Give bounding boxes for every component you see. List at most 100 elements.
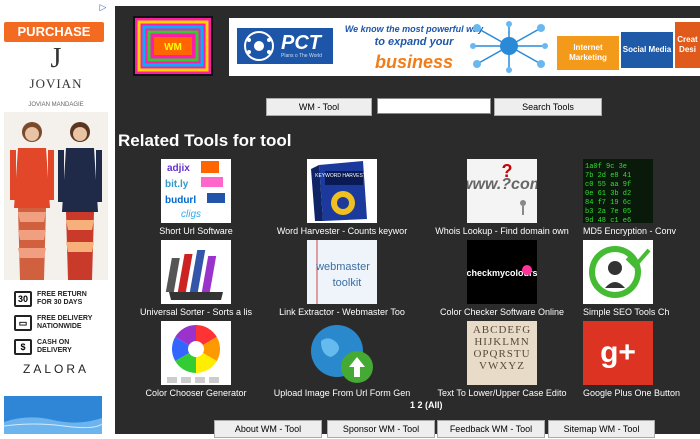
short-url-icon[interactable]: adjix bit.ly budurl cligs <box>161 159 231 223</box>
svg-text:84 f7 19 6c: 84 f7 19 6c <box>585 199 631 207</box>
svg-text:budurl: budurl <box>165 195 196 206</box>
tool-item-simple-seo[interactable]: Simple SEO Tools Ch <box>583 240 700 317</box>
tool-item-google-plus[interactable]: g+ Google Plus One Button <box>583 321 700 398</box>
tool-item-whois[interactable]: www.?com ? Whois Lookup - Find domain ow… <box>427 159 577 236</box>
badge-text: CASH ON DELIVERY <box>37 339 72 354</box>
svg-text:bit.ly: bit.ly <box>165 179 189 190</box>
keyword-harvester-box: KEYWORD HARVESTER <box>311 161 373 221</box>
pagination[interactable]: 1 2 (All) <box>410 400 443 410</box>
tool-item-upload-image[interactable]: Upload Image From Url Form Gen <box>267 321 417 398</box>
svg-text:cligs: cligs <box>181 209 201 220</box>
whois-graphic: www.?com ? <box>467 161 537 215</box>
ad-badges: 30 FREE RETURN FOR 30 DAYS ▭ FREE DELIVE… <box>14 288 110 360</box>
webmaster-toolkit-icon[interactable]: webmaster toolkit <box>307 240 377 304</box>
left-advertisement[interactable]: ▷ PURCHASE NOW J JOVIAN JOVIAN MANDAGIE … <box>0 0 112 434</box>
purchase-now-button[interactable]: PURCHASE NOW <box>4 22 104 59</box>
site-logo-icon: WM <box>135 18 211 74</box>
tool-label[interactable]: Word Harvester - Counts keywor <box>267 226 417 236</box>
tool-label[interactable]: Upload Image From Url Form Gen <box>267 388 417 398</box>
svg-text:c0 55 aa 9f: c0 55 aa 9f <box>585 181 631 189</box>
checkmycolours-icon[interactable]: checkmycolours <box>467 240 537 304</box>
upload-globe-icon[interactable] <box>307 321 377 385</box>
sponsor-button[interactable]: Sponsor WM - Tool <box>327 420 435 438</box>
tool-label[interactable]: Whois Lookup - Find domain own <box>427 226 577 236</box>
wm-tool-button[interactable]: WM - Tool <box>266 98 372 116</box>
internet-marketing-tile: Internet Marketing <box>557 36 619 70</box>
tool-item-short-url[interactable]: adjix bit.ly budurl cligs Short Url Soft… <box>121 159 271 236</box>
svg-text:b3 2a 7e 05: b3 2a 7e 05 <box>585 208 631 216</box>
tool-label[interactable]: Universal Sorter - Sorts a lis <box>121 307 271 317</box>
tool-label[interactable]: Color Chooser Generator <box>121 388 271 398</box>
tool-item-word-harvester[interactable]: KEYWORD HARVESTER Word Harvester - Count… <box>267 159 417 236</box>
tool-label[interactable]: MD5 Encryption - Conv <box>583 226 700 236</box>
return-30-icon: 30 <box>14 291 32 307</box>
ad-bottom-graphic <box>3 417 103 434</box>
color-wheel-graphic <box>167 325 221 383</box>
sorter-icon[interactable] <box>161 240 231 304</box>
color-wheel-icon[interactable] <box>161 321 231 385</box>
tool-label[interactable]: Short Url Software <box>121 226 271 236</box>
file-sorter-graphic <box>165 250 223 300</box>
svg-text:7b 2d e8 41: 7b 2d e8 41 <box>585 172 631 180</box>
google-plus-icon[interactable]: g+ <box>583 321 653 385</box>
sitemap-button[interactable]: Sitemap WM - Tool <box>548 420 655 438</box>
page-heading: Related Tools for tool <box>118 131 292 150</box>
svg-text:WM: WM <box>164 42 182 53</box>
badge-cash-on-delivery: $ CASH ON DELIVERY <box>14 336 110 358</box>
tool-item-link-extractor[interactable]: webmaster toolkit Link Extractor - Webma… <box>267 240 417 317</box>
alphabet-icon[interactable]: ABCDEFGHIJKLMNOPQRSTUVWXYZ <box>467 321 537 385</box>
svg-text:webmaster: webmaster <box>315 261 370 273</box>
tool-item-md5[interactable]: 1a0f 9c 3e 7b 2d e8 41 c0 55 aa 9f 0e 61 3… <box>583 159 700 236</box>
badge-free-delivery: ▭ FREE DELIVERY NATIONWIDE <box>14 312 110 334</box>
harvester-title: KEYWORD HARVESTER <box>315 173 373 179</box>
tool-label[interactable]: Text To Lower/Upper Case Edito <box>427 388 577 398</box>
ad-brand-subtitle: JOVIAN MANDAGIE <box>28 102 84 108</box>
gplus-mark: g+ <box>600 336 636 369</box>
tool-item-universal-sorter[interactable]: Universal Sorter - Sorts a lis <box>121 240 271 317</box>
tool-label[interactable]: Simple SEO Tools Ch <box>583 307 700 317</box>
tool-label[interactable]: Google Plus One Button <box>583 388 700 398</box>
search-input[interactable] <box>377 98 491 114</box>
zalora-logo: ZALORA <box>22 362 89 376</box>
svg-text:adjix: adjix <box>167 163 190 174</box>
tool-label[interactable]: Link Extractor - Webmaster Too <box>267 307 417 317</box>
tool-item-text-case[interactable]: ABCDEFGHIJKLMNOPQRSTUVWXYZ Text To Lower… <box>427 321 577 398</box>
banner-tagline-1: We know the most powerful way <box>344 24 484 34</box>
keyword-harvester-icon[interactable]: KEYWORD HARVESTER <box>307 159 377 223</box>
banner-tagline-2: to expand your <box>374 36 454 48</box>
alphabet-text: ABCDEFGHIJKLMNOPQRSTUVWXYZ <box>472 324 532 372</box>
banner-tagline-3: business <box>374 52 454 72</box>
wm-tool-logo[interactable]: WM <box>133 16 213 76</box>
webmaster-toolkit-graphic: webmaster toolkit <box>307 240 377 304</box>
cash-icon: $ <box>14 339 32 355</box>
whois-icon[interactable]: www.?com ? <box>467 159 537 223</box>
tool-item-color-chooser[interactable]: Color Chooser Generator <box>121 321 271 398</box>
main-content: WM PCT Plans o The World We know the mos… <box>115 6 700 438</box>
about-button[interactable]: About WM - Tool <box>214 420 322 438</box>
badge-free-return: 30 FREE RETURN FOR 30 DAYS <box>14 288 110 310</box>
feedback-button[interactable]: Feedback WM - Tool <box>437 420 545 438</box>
badge-text: FREE DELIVERY NATIONWIDE <box>37 315 93 330</box>
ad-models-image <box>4 112 108 280</box>
svg-text:9d 48 c1 e6: 9d 48 c1 e6 <box>585 217 631 223</box>
pct-tagline: Plans o The World <box>281 53 322 59</box>
ad-choices-icon[interactable]: ▷ <box>98 2 108 12</box>
seo-check-graphic <box>589 246 651 298</box>
checkmycolours-graphic: checkmycolours <box>467 265 537 278</box>
md5-matrix-icon[interactable]: 1a0f 9c 3e 7b 2d e8 41 c0 55 aa 9f 0e 61 3… <box>583 159 653 223</box>
seo-check-icon[interactable] <box>583 240 653 304</box>
social-media-tile: Social Media <box>621 32 673 68</box>
pct-banner-ad[interactable]: PCT Plans o The World We know the most p… <box>229 18 700 76</box>
svg-text:?: ? <box>502 161 513 181</box>
svg-text:1a0f 9c 3e: 1a0f 9c 3e <box>585 163 627 171</box>
creative-design-tile: Creat Desi <box>675 22 700 68</box>
matrix-code: 1a0f 9c 3e7b 2d e8 41 c0 55 aa 9f0e 61 3… <box>585 163 631 223</box>
short-url-collage: adjix bit.ly budurl cligs <box>165 161 225 220</box>
pct-logo: PCT Plans o The World <box>237 28 333 64</box>
tool-item-color-checker[interactable]: checkmycolours Color Checker Software On… <box>427 240 577 317</box>
svg-text:toolkit: toolkit <box>333 277 362 289</box>
truck-icon: ▭ <box>14 315 32 331</box>
ad-bottom-banner[interactable] <box>3 396 103 434</box>
search-tools-button[interactable]: Search Tools <box>494 98 602 116</box>
tool-label[interactable]: Color Checker Software Online <box>427 307 577 317</box>
